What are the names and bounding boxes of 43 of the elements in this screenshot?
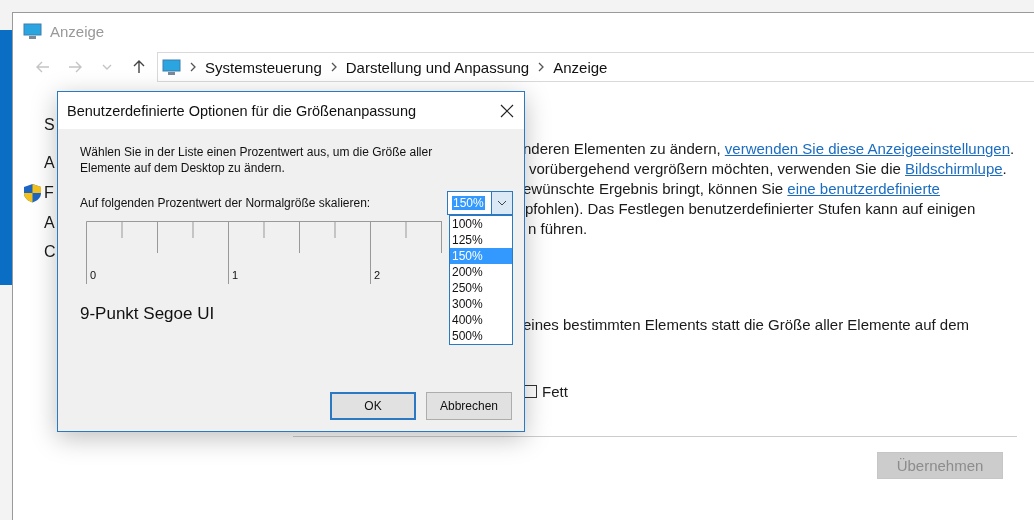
window-title: Anzeige [50,23,105,40]
sidebar-item[interactable]: F [44,184,54,202]
ruler-label: 2 [374,269,381,281]
sidebar-item[interactable]: S [44,115,55,134]
dropdown-option[interactable]: 200% [450,264,512,280]
breadcrumb-item[interactable]: Darstellung und Anpassung [345,58,530,76]
sidebar-item[interactable]: C [44,243,56,261]
ruler-label: 0 [90,269,97,281]
sidebar-item[interactable]: A [44,153,55,172]
body-text: vorübergehend vergrößern möchten, verwenden Sie die Bildschirmlupe. [529,159,1007,179]
dropdown-option[interactable]: 400% [450,312,512,328]
dropdown-option[interactable]: 300% [450,296,512,312]
dropdown-option[interactable]: 125% [450,232,512,248]
monitor-icon [23,23,42,40]
checkbox-label: Fett [542,383,568,400]
dropdown-option[interactable]: 500% [450,328,512,344]
caret-icon [497,200,507,206]
body-text: n führen. [528,219,588,239]
close-icon[interactable] [500,103,514,118]
chevron-icon [537,62,546,72]
ruler-label: 1 [232,269,239,281]
ok-button[interactable]: OK [330,392,416,420]
body-text: pfohlen). Das Festlegen benutzerdefinierter Stufen kann auf einigen [525,199,976,219]
breadcrumb-item[interactable]: Anzeige [553,58,608,76]
dropdown-option[interactable]: 250% [450,280,512,296]
breadcrumb-item[interactable]: Systemsteuerung [205,58,322,76]
sidebar-item[interactable]: A [44,213,55,232]
shield-icon [23,183,42,203]
description-text: Wählen Sie in der Liste einen Prozentwert aus, um die Größe aller Elemente auf dem Desktop zu ändern. [80,144,434,176]
scale-label: Auf folgenden Prozentwert der Normalgröße skalieren: [80,196,371,210]
chevron-icon [329,62,338,72]
body-text: ewünschte Ergebnis bringt, können Sie eine benutzerdefinierte [523,179,940,199]
cancel-button[interactable]: Abbrechen [426,392,512,420]
address-bar[interactable]: Systemsteuerung Darstellung und Anpassung Anzeige [157,52,1034,82]
dialog-title: Benutzerdefinierte Optionen für die Größenanpassung [67,102,417,119]
text-link[interactable]: eine benutzerdefinierte [787,180,940,197]
monitor-icon [162,58,181,76]
dropdown-option[interactable]: 100% [450,216,512,232]
text-link[interactable]: verwenden Sie diese Anzeigeeinstellungen [724,140,1011,157]
text-link[interactable]: Bildschirmlupe [905,160,1003,177]
chevron-icon [189,62,197,72]
sample-text: 9-Punkt Segoe UI [80,304,215,324]
up-arrow-icon[interactable] [131,59,147,75]
